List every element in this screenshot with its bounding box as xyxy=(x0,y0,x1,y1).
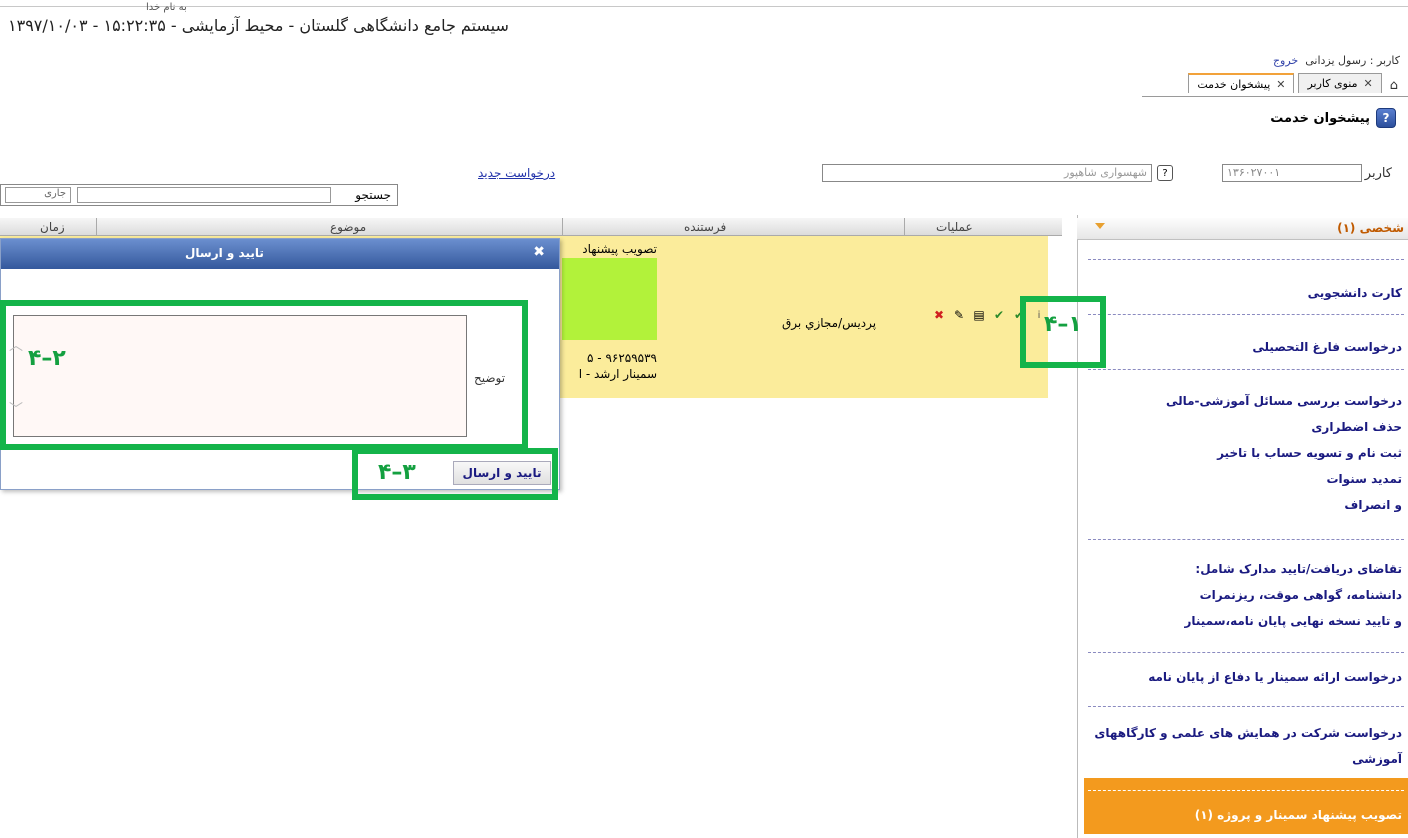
page-header: ? پیشخوان خدمت xyxy=(1270,108,1396,128)
close-icon[interactable]: ✕ xyxy=(1364,77,1373,90)
annotation-label-2: ۴–۲ xyxy=(28,346,66,371)
approve-icon[interactable]: ✔ xyxy=(992,308,1006,322)
sidebar-item-extension[interactable]: تمدید سنوات xyxy=(1327,472,1403,486)
sidebar xyxy=(1077,215,1408,838)
tab-user-menu[interactable]: ✕ منوی کاربر xyxy=(1298,73,1382,93)
basmala-text: به نام خدا xyxy=(146,2,187,13)
sidebar-header-title: شخصی (۱) xyxy=(1337,221,1404,235)
close-icon[interactable]: ✖ xyxy=(533,244,545,260)
calendar-icon[interactable]: ▤ xyxy=(972,308,986,322)
search-input[interactable] xyxy=(77,187,331,203)
search-bar: جستجو جاری xyxy=(0,184,398,206)
sender-cell: پردیس/مجازي برق xyxy=(782,316,877,330)
subject-detail: ۹۶۲۵۹۵۳۹ - ۵ سمینار ارشد - ا xyxy=(562,350,657,382)
sidebar-item-label: تصویب پیشنهاد سمینار و پروژه (۱) xyxy=(1194,808,1402,822)
subject-detail-line: ۹۶۲۵۹۵۳۹ - ۵ xyxy=(587,351,657,365)
tab-label: پیشخوان خدمت xyxy=(1197,77,1271,91)
status-select[interactable]: جاری xyxy=(5,187,71,203)
user-name-field[interactable]: شهسواری شاهپور xyxy=(822,164,1152,182)
sidebar-item-student-card[interactable]: کارت دانشجویی xyxy=(1308,286,1402,300)
subject-highlight xyxy=(562,258,657,340)
column-divider xyxy=(904,218,905,236)
divider xyxy=(1088,539,1404,540)
new-request-link[interactable]: درخواست جدید xyxy=(478,166,555,180)
sidebar-item-financial-review[interactable]: درخواست بررسی مسائل آموزشی-مالی xyxy=(1166,394,1402,408)
annotation-label-1: ۴–۱ xyxy=(1044,312,1082,337)
user-info: کاربر : رسول یزدانی خروج xyxy=(1273,54,1400,67)
user-label: کاربر xyxy=(1364,166,1392,181)
sidebar-item-seminar-defense[interactable]: درخواست ارائه سمینار یا دفاع از پایان نا… xyxy=(1148,670,1402,684)
sidebar-item-conference[interactable]: درخواست شرکت در همایش های علمی و کارگاهه… xyxy=(1094,726,1402,740)
divider xyxy=(1088,314,1404,315)
logout-link[interactable]: خروج xyxy=(1273,54,1298,67)
subject-detail-line: سمینار ارشد - ا xyxy=(578,367,657,381)
sidebar-item-documents[interactable]: تقاضای دریافت/تایید مدارک شامل: xyxy=(1195,562,1402,576)
tab-divider xyxy=(1142,96,1408,97)
delete-icon[interactable]: ✖ xyxy=(932,308,946,322)
column-header-subject: موضوع xyxy=(330,220,367,234)
user-lookup-button[interactable]: ? xyxy=(1157,165,1173,181)
tab-label: منوی کاربر xyxy=(1307,77,1358,90)
column-header-operations: عملیات xyxy=(936,220,973,234)
system-title: سیستم جامع دانشگاهی گلستان - محیط آزمایش… xyxy=(8,16,509,35)
dialog-titlebar: تایید و ارسال ✖ xyxy=(1,239,559,269)
divider xyxy=(1088,369,1404,370)
search-label: جستجو xyxy=(355,188,391,202)
column-header-sender: فرستنده xyxy=(684,220,727,234)
sidebar-item-documents-line3: و تایید نسخه نهایی پایان نامه،سمینار xyxy=(1184,614,1402,628)
edit-icon[interactable]: ✎ xyxy=(952,308,966,322)
sidebar-item-seminar-proposal[interactable]: تصویب پیشنهاد سمینار و پروژه (۱) xyxy=(1084,778,1408,834)
table-header: عملیات فرستنده موضوع زمان xyxy=(0,218,1062,236)
column-divider xyxy=(96,218,97,236)
sidebar-item-conference-line2: آموزشی xyxy=(1352,752,1402,766)
header-divider xyxy=(0,6,1408,7)
tab-bar: ⌂ ✕ منوی کاربر ✕ پیشخوان خدمت xyxy=(1188,73,1398,93)
divider xyxy=(1088,706,1404,707)
annotation-label-3: ۴–۳ xyxy=(378,460,416,485)
divider xyxy=(1088,790,1404,791)
help-icon[interactable]: ? xyxy=(1376,108,1396,128)
column-divider xyxy=(562,218,563,236)
divider xyxy=(1088,259,1404,260)
close-icon[interactable]: ✕ xyxy=(1276,78,1285,91)
subject-cell: تصویب پیشنهاد xyxy=(582,242,657,256)
annotation-box-2 xyxy=(0,300,528,450)
divider xyxy=(1088,652,1404,653)
dialog-title: تایید و ارسال xyxy=(185,246,264,260)
tab-service-desk[interactable]: ✕ پیشخوان خدمت xyxy=(1188,73,1295,93)
sidebar-item-emergency-drop[interactable]: حذف اضطراری xyxy=(1311,420,1402,434)
sidebar-item-withdrawal[interactable]: و انصراف xyxy=(1344,498,1402,512)
user-name-text: کاربر : رسول یزدانی xyxy=(1305,54,1400,67)
page-title: پیشخوان خدمت xyxy=(1270,110,1370,126)
home-icon[interactable]: ⌂ xyxy=(1390,78,1398,93)
sidebar-item-late-registration[interactable]: ثبت نام و تسویه حساب با تاخیر xyxy=(1217,446,1402,460)
user-code-field[interactable]: ۱۳۶۰۲۷۰۰۱ xyxy=(1222,164,1362,182)
collapse-arrow-icon[interactable] xyxy=(1095,223,1105,229)
sidebar-item-graduation[interactable]: درخواست فارغ التحصیلی xyxy=(1252,340,1402,354)
column-header-time: زمان xyxy=(40,220,65,234)
sidebar-item-documents-line2: دانشنامه، گواهی موقت، ریزنمرات xyxy=(1199,588,1402,602)
sidebar-header[interactable]: شخصی (۱) xyxy=(1077,218,1408,240)
